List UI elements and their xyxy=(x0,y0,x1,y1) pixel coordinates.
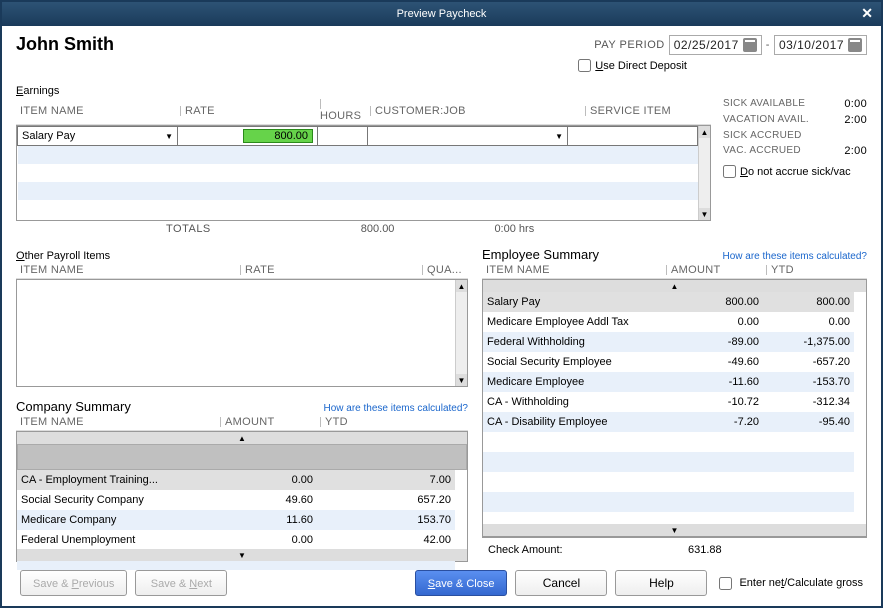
table-row: Federal Unemployment0.0042.00 xyxy=(17,530,455,550)
table-row: Salary Pay800.00800.00 xyxy=(483,292,854,312)
cancel-button[interactable]: Cancel xyxy=(515,570,607,596)
customer-job-dropdown[interactable]: ▼ xyxy=(372,132,563,141)
table-row: Federal Withholding-89.00-1,375.00 xyxy=(483,332,854,352)
pay-period-label: PAY PERIOD xyxy=(594,39,664,51)
item-name-dropdown[interactable]: Salary Pay▼ xyxy=(22,130,173,142)
employee-summary-title: Employee Summary xyxy=(482,247,599,262)
window-title: Preview Paycheck xyxy=(397,8,487,20)
calendar-icon[interactable] xyxy=(743,38,757,52)
employee-calc-link[interactable]: How are these items calculated? xyxy=(722,251,867,262)
earnings-table[interactable]: ▲▼ Salary Pay▼ 800.00 ▼ xyxy=(16,125,711,221)
preview-paycheck-window: Preview Paycheck ✕ John Smith PAY PERIOD… xyxy=(0,0,883,608)
pay-period-end-input[interactable]: 03/10/2017 xyxy=(774,35,867,55)
vacation-available: VACATION AVAIL.2:00 xyxy=(723,114,867,126)
sick-available: SICK AVAILABLE0:00 xyxy=(723,98,867,110)
do-not-accrue-checkbox[interactable]: Do not accrue sick/vac xyxy=(723,165,851,178)
scrollbar[interactable]: ▲▼ xyxy=(483,280,866,292)
scrollbar[interactable]: ▲▼ xyxy=(698,126,710,220)
use-direct-deposit-checkbox[interactable]: Use Direct Deposit xyxy=(578,59,687,72)
vac-accrued: VAC. ACCRUED2:00 xyxy=(723,145,867,157)
pay-period-start-input[interactable]: 02/25/2017 xyxy=(669,35,762,55)
table-row: CA - Disability Employee-7.20-95.40 xyxy=(483,412,854,432)
employee-summary-table[interactable]: ▲▼ Salary Pay800.00800.00 Medicare Emplo… xyxy=(482,279,867,537)
table-row: Social Security Employee-49.60-657.20 xyxy=(483,352,854,372)
calendar-icon[interactable] xyxy=(848,38,862,52)
rate-input[interactable]: 800.00 xyxy=(243,129,313,143)
table-row: Medicare Company11.60153.70 xyxy=(17,510,455,530)
sick-accrued: SICK ACCRUED xyxy=(723,130,867,141)
titlebar: Preview Paycheck ✕ xyxy=(2,2,881,26)
company-calc-link[interactable]: How are these items calculated? xyxy=(323,403,468,414)
pay-period: PAY PERIOD 02/25/2017 - 03/10/2017 xyxy=(594,35,867,55)
other-payroll-table[interactable]: ▲▼ xyxy=(16,279,468,387)
table-row: CA - Employment Training...0.007.00 xyxy=(17,470,455,490)
table-row: Medicare Employee-11.60-153.70 xyxy=(483,372,854,392)
table-row[interactable]: Salary Pay▼ 800.00 ▼ xyxy=(18,127,698,146)
close-icon[interactable]: ✕ xyxy=(861,5,873,22)
table-row: Medicare Employee Addl Tax0.000.00 xyxy=(483,312,854,332)
enter-net-calculate-gross-checkbox[interactable]: Enter net/Calculate gross xyxy=(715,574,863,593)
company-summary-title: Company Summary xyxy=(16,399,131,414)
company-summary-table[interactable]: ▲▼ CA - Employment Training...0.007.00 S… xyxy=(16,431,468,562)
table-row: CA - Withholding-10.72-312.34 xyxy=(483,392,854,412)
help-button[interactable]: Help xyxy=(615,570,707,596)
employee-name: John Smith xyxy=(16,34,114,55)
scrollbar[interactable]: ▲▼ xyxy=(17,432,467,470)
table-row: Social Security Company49.60657.20 xyxy=(17,490,455,510)
scrollbar[interactable]: ▲▼ xyxy=(455,280,467,386)
